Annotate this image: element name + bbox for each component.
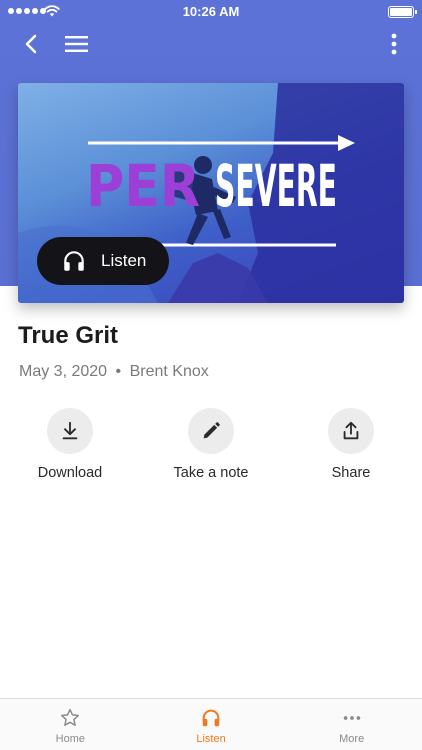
tab-more[interactable]: More	[281, 699, 422, 750]
bottom-tab-bar: Home Listen More	[0, 698, 422, 750]
listen-button-label: Listen	[101, 251, 147, 270]
tab-listen-label: Listen	[196, 733, 226, 745]
tab-home-label: Home	[55, 733, 85, 745]
share-circle	[328, 408, 374, 454]
headphones-icon	[64, 251, 84, 271]
sermon-date: May 3, 2020	[19, 363, 108, 380]
artwork-word-left: PER	[86, 152, 200, 220]
back-chevron-icon[interactable]	[18, 30, 46, 58]
download-label: Download	[37, 465, 103, 481]
take-note-button[interactable]: Take a note	[156, 408, 266, 481]
listen-button[interactable]: Listen	[37, 237, 169, 285]
sermon-meta: May 3, 2020 • Brent Knox	[19, 363, 209, 381]
share-label: Share	[331, 465, 371, 481]
more-horizontal-icon	[343, 716, 360, 720]
download-circle	[47, 408, 93, 454]
tab-more-label: More	[339, 733, 365, 745]
take-note-label: Take a note	[173, 465, 249, 481]
download-button[interactable]: Download	[15, 408, 125, 481]
tab-home[interactable]: Home	[0, 699, 141, 750]
hamburger-menu-icon[interactable]	[62, 30, 92, 58]
pencil-icon	[203, 422, 220, 439]
sermon-speaker: Brent Knox	[129, 363, 209, 380]
star-icon	[61, 708, 80, 726]
take-note-circle	[188, 408, 234, 454]
download-icon	[62, 421, 78, 440]
battery-icon	[388, 6, 417, 18]
sermon-title: True Grit	[18, 322, 119, 349]
more-vertical-icon[interactable]	[384, 30, 404, 58]
share-icon	[343, 421, 359, 440]
headphones-icon	[202, 709, 220, 727]
status-bar: 10:26 AM	[0, 0, 422, 24]
status-time: 10:26 AM	[182, 4, 240, 19]
tab-listen[interactable]: Listen	[141, 699, 282, 750]
artwork-word-right: SEVERE	[215, 152, 337, 220]
meta-separator: •	[115, 363, 122, 380]
share-button[interactable]: Share	[296, 408, 406, 481]
